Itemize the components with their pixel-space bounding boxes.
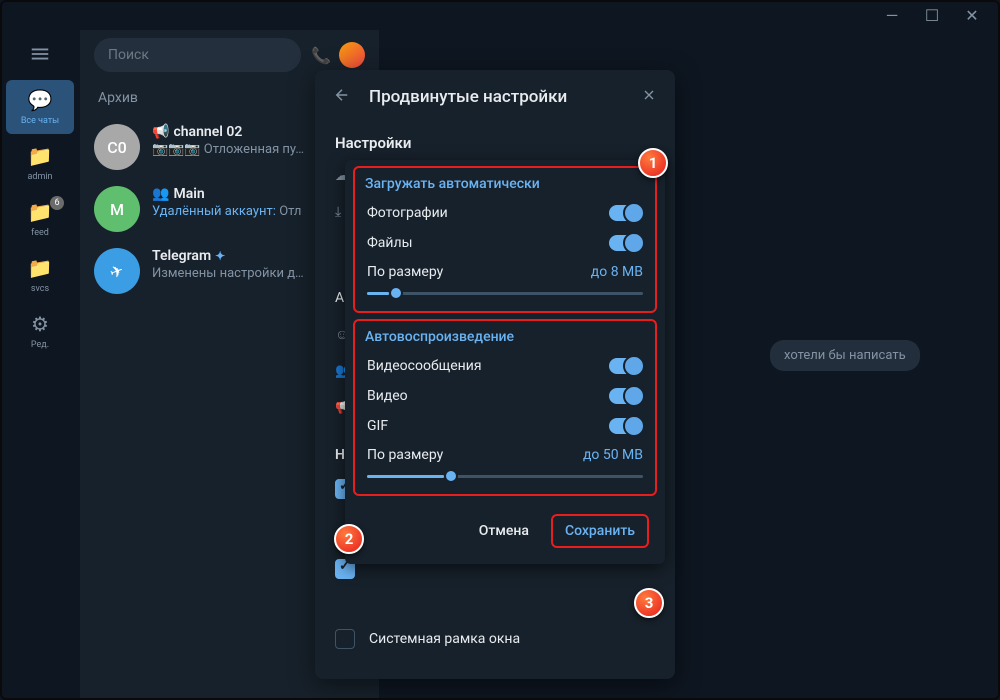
close-icon[interactable] bbox=[641, 87, 657, 107]
toggle-files[interactable]: Файлы bbox=[365, 228, 645, 258]
search-placeholder: Поиск bbox=[108, 47, 149, 63]
folder-icon: 📁 bbox=[28, 256, 53, 280]
size-slider[interactable] bbox=[367, 475, 643, 478]
folder-icon: 📁 bbox=[28, 144, 53, 168]
toggle-switch[interactable] bbox=[609, 205, 643, 221]
section-title: Настройки bbox=[315, 124, 675, 158]
slider-thumb[interactable] bbox=[444, 469, 458, 483]
rail-all-chats[interactable]: 💬 Все чаты bbox=[6, 80, 74, 134]
rail-label: svcs bbox=[31, 284, 49, 294]
modal-title: Продвинутые настройки bbox=[369, 87, 623, 107]
size-slider[interactable] bbox=[367, 292, 643, 295]
rail-label: Ред. bbox=[31, 340, 49, 350]
folder-rail: 💬 Все чаты 📁 admin 📁 6 feed 📁 svcs ⚙ Ред… bbox=[0, 30, 80, 700]
window-titlebar: — ☐ ✕ bbox=[0, 0, 1000, 30]
group-auto-download: Загружать автоматически Фотографии Файлы… bbox=[353, 166, 657, 313]
checkbox-icon[interactable] bbox=[335, 629, 355, 649]
write-hint: хотели бы написать bbox=[770, 340, 920, 371]
download-icon: ⤓ bbox=[335, 204, 341, 220]
menu-icon[interactable] bbox=[20, 38, 60, 70]
chat-avatar: M bbox=[94, 186, 140, 232]
chat-avatar: ✈ bbox=[94, 248, 140, 294]
folder-icon: 📁 bbox=[28, 200, 53, 224]
checkbox-row-system-frame[interactable]: Системная рамка окна bbox=[315, 619, 675, 659]
rail-edit[interactable]: ⚙ Ред. bbox=[6, 304, 74, 358]
callout-3: 3 bbox=[634, 588, 664, 618]
chat-avatar: C0 bbox=[94, 124, 140, 170]
toggle-video[interactable]: Видео bbox=[365, 381, 645, 411]
rail-label: admin bbox=[27, 172, 52, 182]
toggle-switch[interactable] bbox=[609, 388, 643, 404]
group-title: Автовоспроизведение bbox=[365, 329, 645, 345]
verified-icon: ✦ bbox=[215, 249, 225, 263]
chats-icon: 💬 bbox=[28, 88, 53, 112]
toggle-photos[interactable]: Фотографии bbox=[365, 198, 645, 228]
toggle-video-messages[interactable]: Видеосообщения bbox=[365, 351, 645, 381]
rail-label: feed bbox=[31, 228, 49, 238]
slider-label: По размеру bbox=[367, 447, 443, 463]
rail-svcs[interactable]: 📁 svcs bbox=[6, 248, 74, 302]
maximize-button[interactable]: ☐ bbox=[912, 0, 952, 30]
group-autoplay: Автовоспроизведение Видеосообщения Видео… bbox=[353, 319, 657, 496]
toggle-gif[interactable]: GIF bbox=[365, 411, 645, 441]
settings-icon: ⚙ bbox=[31, 312, 49, 336]
minimize-button[interactable]: — bbox=[872, 0, 912, 30]
toggle-switch[interactable] bbox=[609, 418, 643, 434]
callout-2: 2 bbox=[334, 524, 364, 554]
slider-label: По размеру bbox=[367, 264, 443, 280]
rail-admin[interactable]: 📁 admin bbox=[6, 136, 74, 190]
close-window-button[interactable]: ✕ bbox=[952, 0, 992, 30]
group-title: Загружать автоматически bbox=[365, 176, 645, 192]
callout-1: 1 bbox=[638, 148, 668, 178]
rail-label: Все чаты bbox=[21, 116, 59, 126]
rail-badge: 6 bbox=[50, 196, 64, 210]
slider-value: до 8 MB bbox=[591, 264, 643, 280]
slider-thumb[interactable] bbox=[389, 286, 403, 300]
back-arrow-icon[interactable] bbox=[333, 86, 351, 108]
slider-value: до 50 MB bbox=[583, 447, 643, 463]
toggle-switch[interactable] bbox=[609, 358, 643, 374]
toggle-switch[interactable] bbox=[609, 235, 643, 251]
save-button[interactable]: Сохранить bbox=[551, 514, 649, 548]
search-input[interactable]: Поиск bbox=[94, 38, 301, 72]
rail-feed[interactable]: 📁 6 feed bbox=[6, 192, 74, 246]
avatar[interactable] bbox=[339, 42, 365, 68]
autodownload-dialog: Загружать автоматически Фотографии Файлы… bbox=[345, 160, 665, 564]
cancel-button[interactable]: Отмена bbox=[465, 516, 543, 546]
call-icon[interactable]: 📞 bbox=[311, 46, 331, 65]
